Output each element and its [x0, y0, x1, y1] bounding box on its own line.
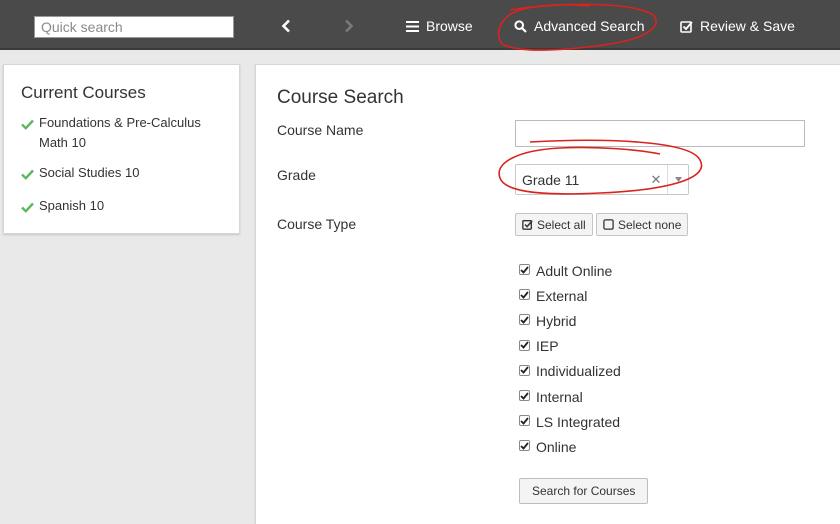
- search-icon: [514, 19, 527, 33]
- course-name-input[interactable]: [515, 120, 805, 147]
- current-course-item: Foundations & Pre-Calculus Math 10: [21, 113, 223, 153]
- checkbox-checked-icon[interactable]: [519, 289, 530, 301]
- course-type-label: Course Type: [277, 216, 357, 232]
- checkmark-icon: [21, 163, 35, 186]
- search-button-label: Search for Courses: [532, 484, 636, 498]
- forward-button[interactable]: [339, 14, 359, 38]
- select-none-label: Select none: [618, 217, 682, 232]
- checkbox-checked-icon[interactable]: [519, 440, 530, 452]
- review-save-label: Review & Save: [700, 18, 795, 34]
- checkbox-empty-icon: [603, 219, 614, 230]
- course-type-label: Online: [536, 438, 577, 455]
- course-type-label: Adult Online: [536, 262, 613, 279]
- quick-search-input[interactable]: [34, 16, 234, 38]
- grade-value: Grade 11: [522, 171, 580, 188]
- course-type-label: Individualized: [536, 363, 621, 380]
- course-label: Foundations & Pre-Calculus Math 10: [39, 115, 201, 150]
- course-type-option[interactable]: IEP: [519, 334, 621, 359]
- checkbox-checked-icon[interactable]: [519, 314, 530, 326]
- course-type-label: Internal: [536, 388, 583, 405]
- current-course-item: Social Studies 10: [21, 163, 223, 186]
- select-all-label: Select all: [537, 217, 586, 232]
- review-save-nav-item[interactable]: Review & Save: [680, 14, 795, 38]
- checkbox-checked-icon[interactable]: [519, 339, 530, 351]
- current-course-item: Spanish 10: [21, 196, 223, 219]
- course-type-option[interactable]: LS Integrated: [519, 409, 621, 434]
- checkbox-checked-icon[interactable]: [519, 264, 530, 276]
- course-type-label: Hybrid: [536, 312, 577, 329]
- course-label: Spanish 10: [39, 198, 105, 213]
- course-type-option[interactable]: Adult Online: [519, 258, 621, 283]
- checkbox-checked-icon: [522, 220, 533, 230]
- course-type-option[interactable]: Internal: [519, 384, 621, 409]
- clear-icon[interactable]: ✕: [645, 172, 667, 188]
- course-type-label: LS Integrated: [536, 413, 621, 430]
- checkbox-icon: [680, 20, 693, 33]
- course-type-list: Adult Online External Hybrid IEP Individ…: [519, 258, 621, 460]
- checkmark-icon: [21, 196, 35, 219]
- top-navbar: Browse Advanced Search Review & Save: [0, 0, 840, 50]
- checkbox-checked-icon[interactable]: [519, 390, 530, 402]
- course-search-panel: Course Search Course Name Grade Grade 11…: [255, 64, 840, 524]
- back-button[interactable]: [276, 14, 296, 38]
- current-courses-panel: Current Courses Foundations & Pre-Calcul…: [3, 64, 240, 234]
- list-icon: [406, 20, 419, 32]
- course-name-label: Course Name: [277, 122, 364, 138]
- course-type-label: IEP: [536, 338, 559, 355]
- course-type-option[interactable]: Hybrid: [519, 308, 621, 333]
- select-all-button[interactable]: Select all: [515, 213, 593, 236]
- course-type-option[interactable]: External: [519, 283, 621, 308]
- checkbox-checked-icon[interactable]: [519, 415, 530, 427]
- dropdown-toggle[interactable]: [667, 165, 688, 194]
- course-type-label: External: [536, 287, 588, 304]
- checkmark-icon: [21, 113, 35, 136]
- course-label: Social Studies 10: [39, 165, 140, 180]
- course-type-option[interactable]: Online: [519, 434, 621, 459]
- chevron-right-icon: [345, 19, 354, 33]
- page-title: Course Search: [277, 87, 404, 108]
- grade-select[interactable]: Grade 11 ✕: [515, 164, 689, 195]
- caret-down-icon: [674, 177, 682, 182]
- advanced-search-nav-item[interactable]: Advanced Search: [514, 14, 645, 38]
- browse-label: Browse: [426, 18, 473, 34]
- grade-label: Grade: [277, 167, 316, 183]
- checkbox-checked-icon[interactable]: [519, 364, 530, 376]
- advanced-search-label: Advanced Search: [534, 18, 645, 34]
- chevron-left-icon: [281, 19, 290, 33]
- search-for-courses-button[interactable]: Search for Courses: [519, 478, 649, 504]
- select-none-button[interactable]: Select none: [596, 213, 689, 236]
- browse-nav-item[interactable]: Browse: [406, 14, 473, 38]
- course-type-option[interactable]: Individualized: [519, 359, 621, 384]
- current-courses-title: Current Courses: [21, 83, 146, 102]
